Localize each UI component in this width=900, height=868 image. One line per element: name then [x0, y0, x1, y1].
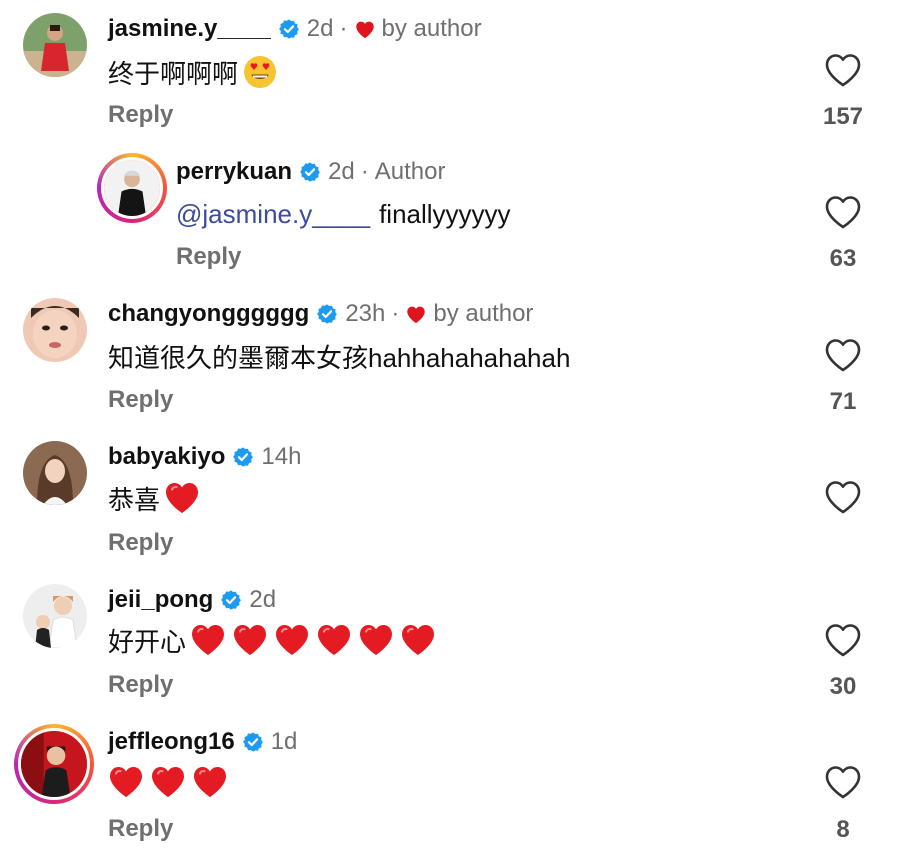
comment-time: 23h	[345, 300, 386, 327]
username[interactable]: jeii_pong	[108, 586, 213, 614]
comment-text-content: 恭喜	[108, 484, 161, 515]
like-heart-icon[interactable]	[823, 337, 863, 373]
comment-text-content: 知道很久的墨爾本女孩hahhahahahahah	[108, 342, 571, 373]
red-heart-emoji-icon	[400, 623, 436, 657]
verified-badge-icon	[242, 731, 264, 753]
like-count: 30	[829, 673, 857, 700]
red-heart-emoji-icon	[316, 623, 352, 657]
red-heart-emoji-icon	[108, 765, 144, 799]
verified-badge-icon	[278, 18, 300, 40]
verified-badge-icon	[232, 446, 254, 468]
avatar[interactable]	[23, 13, 87, 77]
like-count: 157	[822, 103, 864, 130]
comment-text-content: finallyyyyyy	[379, 198, 511, 229]
comment-text: 恭喜	[108, 480, 206, 516]
comment-time: 2d	[306, 15, 334, 42]
reply-button[interactable]: Reply	[176, 243, 241, 271]
like-count: 8	[836, 816, 850, 843]
comment-text: 终于啊啊啊	[108, 54, 278, 90]
reply-button[interactable]: Reply	[108, 386, 173, 414]
verified-badge-icon	[316, 303, 338, 325]
username[interactable]: babyakiyo	[108, 443, 225, 471]
reply-button[interactable]: Reply	[108, 529, 173, 557]
avatar[interactable]	[97, 153, 167, 223]
red-heart-emoji-icon	[190, 623, 226, 657]
red-heart-emoji-icon	[192, 765, 228, 799]
avatar[interactable]	[14, 724, 94, 804]
like-heart-icon[interactable]	[823, 52, 863, 88]
red-heart-emoji-icon	[150, 765, 186, 799]
username[interactable]: jeffleong16	[108, 728, 235, 756]
comment-text: 好开心	[108, 622, 442, 658]
separator: ·	[360, 158, 369, 185]
like-heart-icon[interactable]	[823, 622, 863, 658]
liked-by-author-label: by author	[381, 15, 482, 42]
red-heart-emoji-icon	[164, 481, 200, 515]
username[interactable]: jasmine.y____	[108, 15, 271, 43]
like-heart-icon[interactable]	[823, 194, 863, 230]
author-liked-heart-icon	[405, 303, 427, 325]
red-heart-emoji-icon	[232, 623, 268, 657]
mention-link[interactable]: @jasmine.y____	[176, 199, 370, 230]
avatar[interactable]	[23, 441, 87, 505]
red-heart-emoji-icon	[358, 623, 394, 657]
comment-text	[108, 764, 234, 800]
liked-by-author-label: by author	[433, 300, 534, 327]
verified-badge-icon	[299, 161, 321, 183]
comment-time: 2d	[249, 586, 277, 613]
like-count: 63	[829, 245, 857, 272]
comment-time: 2d	[328, 158, 355, 185]
comment-text: @jasmine.y____ finallyyyyyy	[176, 196, 511, 232]
like-count: 71	[829, 388, 857, 415]
separator: ·	[339, 15, 348, 42]
comment-text: 知道很久的墨爾本女孩hahhahahahahah	[108, 338, 570, 374]
reply-button[interactable]: Reply	[108, 815, 173, 843]
like-heart-icon[interactable]	[823, 479, 863, 515]
heart-eyes-face-icon	[242, 54, 278, 90]
username[interactable]: changyongggggg	[108, 300, 309, 328]
like-heart-icon[interactable]	[823, 764, 863, 800]
verified-badge-icon	[220, 589, 242, 611]
comment-text-content: 终于啊啊啊	[108, 58, 239, 89]
username[interactable]: perrykuan	[176, 158, 292, 186]
comment-time: 14h	[261, 443, 302, 470]
avatar[interactable]	[23, 584, 87, 648]
comment-text-content: 好开心	[108, 626, 187, 657]
reply-button[interactable]: Reply	[108, 101, 173, 129]
author-label: Author	[374, 158, 446, 185]
separator: ·	[391, 300, 400, 327]
red-heart-emoji-icon	[274, 623, 310, 657]
avatar[interactable]	[23, 298, 87, 362]
author-liked-heart-icon	[354, 18, 376, 40]
reply-button[interactable]: Reply	[108, 671, 173, 699]
comment-time: 1d	[270, 728, 298, 755]
